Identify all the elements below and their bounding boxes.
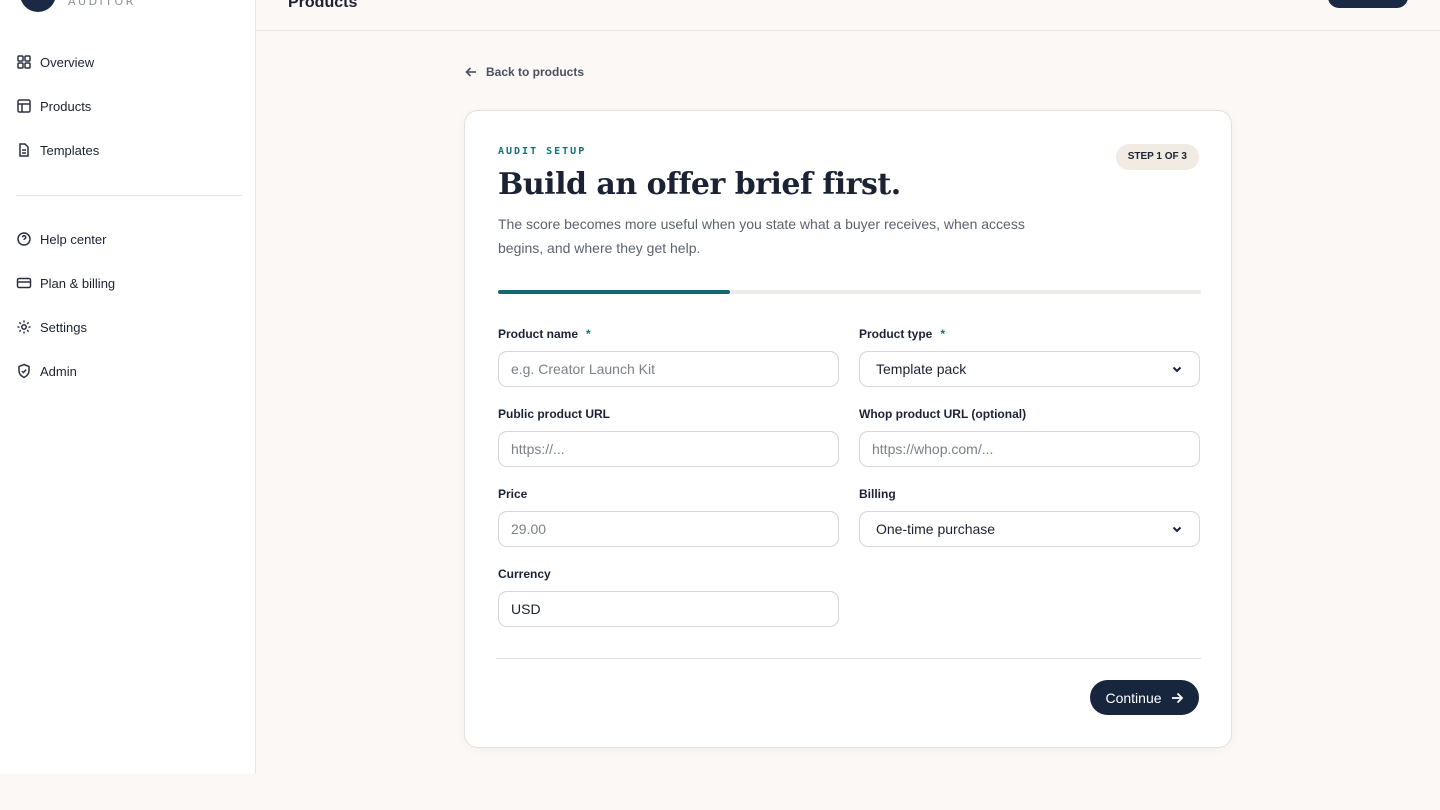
back-link-label: Back to products	[486, 65, 585, 79]
whop-url-input[interactable]: https://whop.com/...	[859, 431, 1200, 467]
sidebar-item-label: Help center	[40, 231, 107, 247]
sidebar-item-admin[interactable]: Admin	[16, 360, 240, 382]
price-input[interactable]: 29.00	[498, 511, 839, 547]
currency-label: Currency	[498, 567, 551, 581]
top-bar: Products	[256, 0, 1440, 31]
chevron-down-icon	[1172, 366, 1182, 373]
sidebar-item-overview[interactable]: Overview	[16, 51, 240, 73]
grid-icon	[17, 55, 31, 69]
logo-icon	[20, 0, 56, 12]
whop-url-label: Whop product URL (optional)	[859, 407, 1027, 421]
sidebar-item-label: Templates	[40, 142, 100, 158]
product-type-value: Template pack	[876, 361, 967, 377]
credit-card-icon	[16, 277, 32, 289]
progress-bar	[498, 290, 1201, 294]
sidebar-divider	[16, 195, 242, 196]
currency-input[interactable]: USD	[498, 591, 839, 627]
continue-button[interactable]: Continue	[1090, 680, 1199, 715]
product-type-label-text: Product type	[859, 327, 933, 341]
step-badge: STEP 1 OF 3	[1115, 144, 1199, 170]
sidebar: AUDITOR Overview Products Templates Help…	[0, 0, 256, 774]
header-action-button[interactable]	[1328, 0, 1408, 8]
sidebar-item-help-center[interactable]: Help center	[16, 228, 240, 250]
subtitle-line-1: The score becomes more useful when you s…	[498, 216, 1025, 232]
public-url-label: Public product URL	[498, 407, 610, 421]
eyebrow: AUDIT SETUP	[498, 146, 587, 157]
back-to-products-link[interactable]: Back to products	[465, 65, 584, 79]
table-icon	[17, 99, 31, 113]
price-label: Price	[498, 487, 528, 501]
shield-icon	[18, 363, 30, 379]
continue-label: Continue	[1105, 689, 1162, 706]
sidebar-item-label: Products	[40, 98, 92, 114]
sidebar-item-settings[interactable]: Settings	[16, 316, 240, 338]
brand-name: AUDITOR	[68, 0, 136, 8]
help-circle-icon	[17, 232, 31, 246]
arrow-right-icon	[1171, 692, 1183, 703]
required-marker: *	[940, 327, 946, 341]
currency-value: USD	[511, 601, 541, 617]
sidebar-item-label: Overview	[40, 54, 95, 70]
product-name-input[interactable]: e.g. Creator Launch Kit	[498, 351, 839, 387]
sidebar-item-label: Admin	[40, 363, 77, 379]
product-name-label-text: Product name	[498, 327, 579, 341]
sidebar-item-plan-billing[interactable]: Plan & billing	[16, 272, 240, 294]
whop-url-placeholder: https://whop.com/...	[872, 441, 994, 457]
arrow-left-icon	[465, 67, 476, 77]
page-title: Products	[288, 0, 358, 11]
product-type-select[interactable]: Template pack	[859, 351, 1200, 387]
public-url-placeholder: https://...	[511, 441, 565, 457]
required-marker: *	[586, 327, 591, 341]
product-name-label: Product name *	[498, 327, 591, 341]
subtitle-line-2: begins, and where they get help.	[498, 240, 701, 256]
card-title: Build an offer brief first.	[498, 167, 901, 202]
chevron-down-icon	[1172, 526, 1182, 533]
billing-select[interactable]: One-time purchase	[859, 511, 1200, 547]
sidebar-item-templates[interactable]: Templates	[16, 139, 240, 161]
footer-divider	[496, 658, 1201, 659]
product-name-placeholder: e.g. Creator Launch Kit	[511, 361, 655, 377]
card-subtitle: The score becomes more useful when you s…	[498, 212, 1058, 260]
gear-icon	[17, 320, 31, 334]
billing-value: One-time purchase	[876, 521, 996, 537]
progress-fill	[498, 290, 730, 294]
sidebar-item-products[interactable]: Products	[16, 95, 240, 117]
public-url-input[interactable]: https://...	[498, 431, 839, 467]
billing-label: Billing	[859, 487, 896, 501]
sidebar-item-label: Settings	[40, 319, 87, 335]
sidebar-item-label: Plan & billing	[40, 275, 116, 291]
product-type-label: Product type *	[859, 327, 945, 341]
document-icon	[19, 143, 29, 157]
offer-brief-card: AUDIT SETUP STEP 1 OF 3 Build an offer b…	[464, 110, 1232, 748]
price-placeholder: 29.00	[511, 521, 547, 537]
